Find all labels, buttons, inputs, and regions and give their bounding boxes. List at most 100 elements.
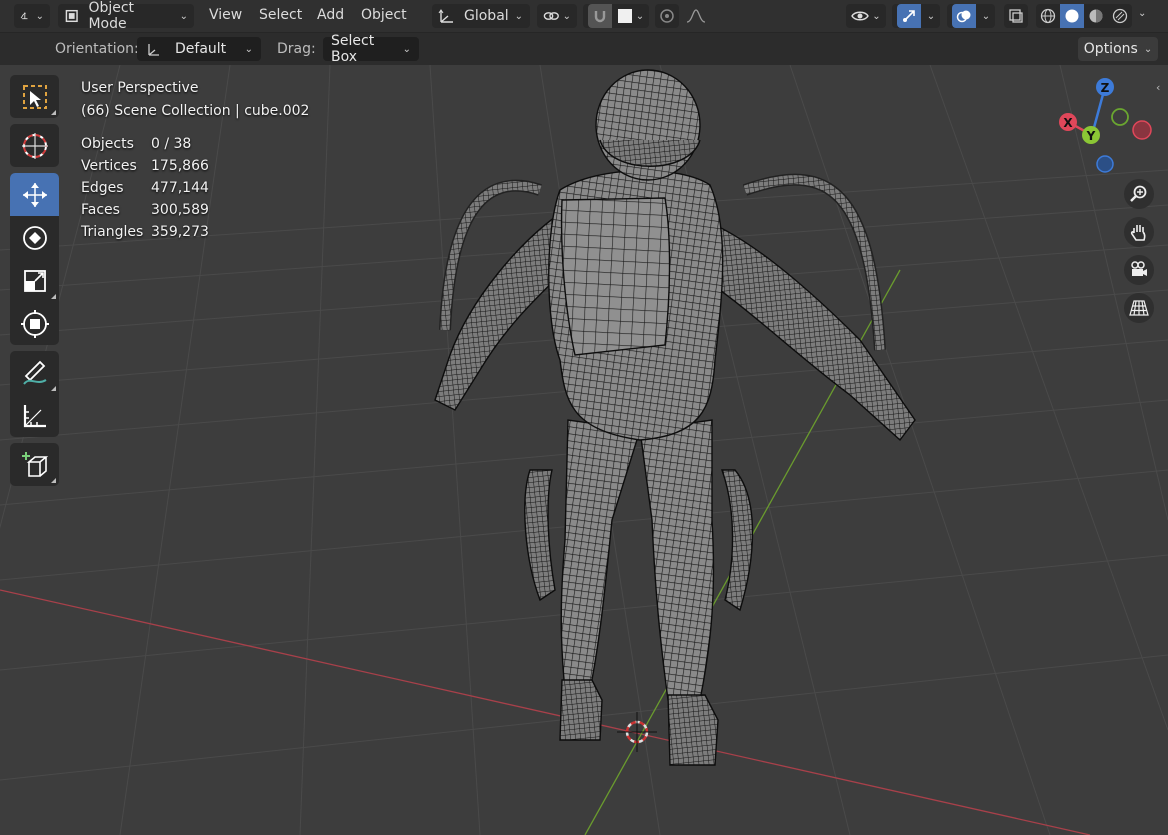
shading-rendered-button[interactable]	[1108, 4, 1132, 28]
gizmo-z[interactable]: Z	[1096, 78, 1114, 96]
zoom-button[interactable]	[1124, 179, 1154, 209]
sidebar-toggle[interactable]: ‹	[1156, 81, 1168, 103]
navigation-gizmo[interactable]: Z X Y	[1050, 75, 1160, 185]
overlay-group[interactable]: ⌄	[947, 4, 995, 28]
3d-viewport[interactable]: User Perspective (66) Scene Collection |…	[0, 65, 1168, 835]
rotate-tool[interactable]	[10, 216, 59, 259]
shading-options-dropdown[interactable]: ⌄	[1138, 8, 1146, 19]
orientation-value: Default	[175, 41, 227, 57]
move-arrows-icon	[22, 182, 47, 207]
astronaut-mesh[interactable]	[434, 69, 916, 766]
gizmo-toggle[interactable]	[896, 4, 921, 28]
tool-variants-indicator	[51, 110, 56, 115]
rotate-icon	[22, 225, 47, 250]
options-label: Options	[1083, 41, 1138, 57]
menu-select[interactable]: Select	[259, 7, 302, 23]
gizmo-icon	[902, 10, 915, 22]
stat-value: 0 / 38	[151, 136, 192, 152]
collection-line: (66) Scene Collection | cube.002	[81, 103, 310, 119]
gizmo-group[interactable]: ⌄	[892, 4, 940, 28]
options-dropdown[interactable]: Options ⌄	[1078, 37, 1158, 61]
chevron-down-icon: ⌄	[514, 10, 524, 22]
eye-icon	[851, 11, 870, 21]
rendered-sphere-icon	[1112, 8, 1128, 24]
transform-tool[interactable]	[10, 302, 59, 345]
transform-orientation-dropdown[interactable]: Global ⌄	[432, 4, 530, 28]
chevron-down-icon: ⌄	[402, 43, 411, 55]
ruler-icon	[23, 404, 46, 427]
cursor-crosshair-icon	[21, 132, 48, 159]
magnet-icon	[594, 11, 605, 23]
tool-shelf	[10, 75, 59, 492]
scale-icon	[23, 269, 46, 292]
stat-value: 359,273	[151, 224, 209, 240]
chevron-down-icon: ⌄	[981, 10, 991, 22]
stat-row: Vertices 175,866	[81, 155, 209, 177]
tool-variants-indicator	[51, 386, 56, 391]
select-box-tool[interactable]	[10, 75, 59, 118]
chevron-down-icon: ⌄	[244, 43, 253, 55]
overlay-icon	[956, 10, 971, 23]
add-cube-icon	[21, 451, 48, 477]
drag-value: Select Box	[331, 33, 375, 65]
gizmo-neg-x[interactable]	[1132, 120, 1152, 140]
zoom-icon	[1130, 185, 1147, 202]
gizmo-y[interactable]: Y	[1082, 126, 1100, 144]
cursor-tool[interactable]	[10, 124, 59, 167]
menu-add[interactable]: Add	[317, 7, 344, 23]
snap-toggle[interactable]	[587, 4, 612, 28]
mode-dropdown[interactable]: Object Mode ⌄	[58, 0, 194, 32]
snap-group[interactable]: ⌄	[583, 4, 649, 28]
chevron-down-icon: ⌄	[179, 10, 188, 22]
shading-material-button[interactable]	[1084, 4, 1108, 28]
orientation-axes-icon	[148, 44, 159, 56]
overlay-toggle[interactable]	[951, 4, 976, 28]
gizmo-neg-y[interactable]	[1111, 108, 1129, 126]
orientation-label: Global	[464, 8, 509, 24]
orientation-dropdown[interactable]: Default ⌄	[137, 37, 261, 61]
move-tool[interactable]	[10, 173, 59, 216]
stat-value: 477,144	[151, 180, 209, 196]
camera-icon	[1131, 261, 1147, 276]
shading-mode-group[interactable]	[1036, 4, 1132, 28]
gizmo-neg-z[interactable]	[1096, 155, 1114, 173]
grid-perspective-icon	[1129, 300, 1149, 316]
stat-value: 300,589	[151, 202, 209, 218]
drag-dropdown[interactable]: Select Box ⌄	[323, 33, 419, 65]
menu-view[interactable]: View	[209, 7, 242, 23]
falloff-dropdown[interactable]	[681, 4, 711, 28]
menu-object[interactable]: Object	[361, 7, 407, 23]
tool-group-select	[10, 75, 59, 118]
stat-key: Triangles	[81, 224, 144, 240]
perspective-toggle-button[interactable]	[1124, 293, 1154, 323]
chevron-down-icon: ⌄	[635, 10, 645, 22]
chevron-down-icon: ⌄	[872, 10, 881, 22]
viewport-editor-icon	[20, 12, 28, 20]
stat-row: Objects 0 / 38	[81, 133, 209, 155]
proportional-edit-toggle[interactable]	[655, 4, 679, 28]
gizmo-z-label: Z	[1101, 81, 1110, 95]
visibility-dropdown[interactable]: ⌄	[846, 4, 886, 28]
shading-solid-button[interactable]	[1060, 4, 1084, 28]
add-cube-tool[interactable]	[10, 443, 59, 486]
editor-type-button[interactable]: ⌄	[14, 4, 50, 28]
mode-label: Object Mode	[88, 0, 135, 32]
tool-group-annotate	[10, 351, 59, 437]
solid-sphere-icon	[1065, 9, 1079, 23]
shading-wireframe-button[interactable]	[1036, 4, 1060, 28]
material-sphere-icon	[1089, 9, 1103, 23]
scale-tool[interactable]	[10, 259, 59, 302]
hand-icon	[1130, 225, 1146, 241]
pan-button[interactable]	[1124, 217, 1154, 247]
gizmo-x[interactable]: X	[1059, 113, 1077, 131]
measure-tool[interactable]	[10, 394, 59, 437]
tool-variants-indicator	[51, 478, 56, 483]
stat-row: Triangles 359,273	[81, 221, 209, 243]
stat-key: Faces	[81, 202, 120, 218]
select-box-icon	[22, 84, 47, 109]
falloff-curve-icon	[686, 9, 706, 23]
annotate-tool[interactable]	[10, 351, 59, 394]
camera-view-button[interactable]	[1124, 255, 1154, 285]
xray-toggle[interactable]	[1004, 4, 1028, 28]
pivot-point-dropdown[interactable]: ⌄	[537, 4, 577, 28]
